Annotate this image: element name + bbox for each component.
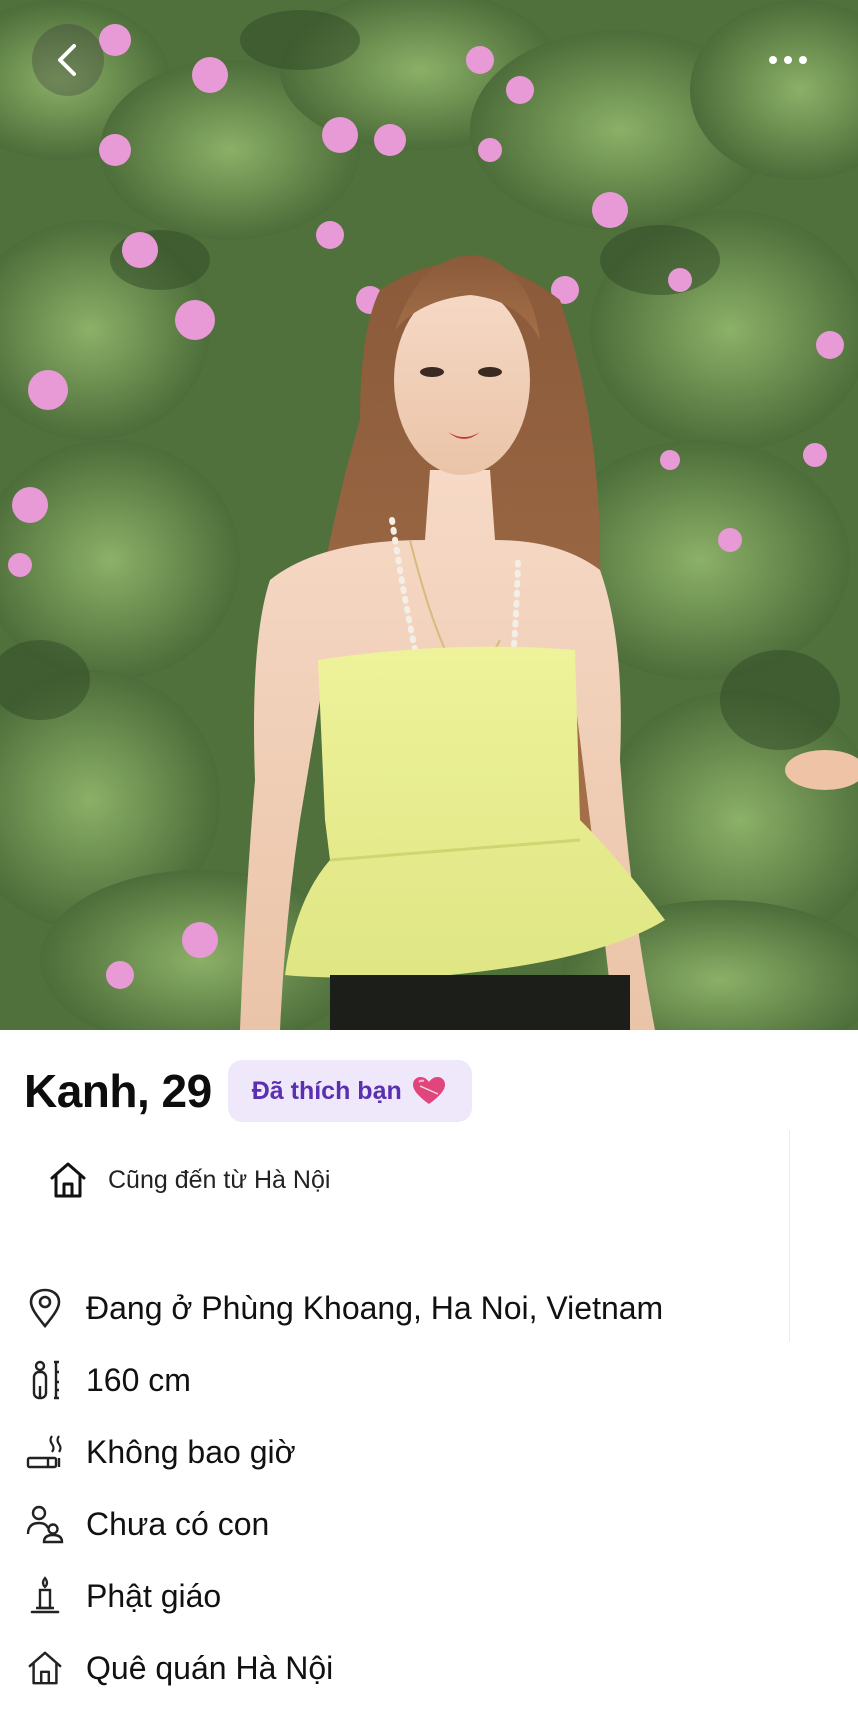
detail-children: Chưa có con bbox=[26, 1504, 269, 1544]
detail-location-text: Đang ở Phùng Khoang, Ha Noi, Vietnam bbox=[86, 1289, 664, 1326]
detail-religion: Phật giáo bbox=[26, 1576, 221, 1616]
detail-location: Đang ở Phùng Khoang, Ha Noi, Vietnam bbox=[26, 1288, 663, 1328]
also-from-row: Cũng đến từ Hà Nội bbox=[48, 1160, 330, 1200]
home-icon bbox=[28, 1651, 62, 1685]
detail-children-text: Chưa có con bbox=[86, 1505, 270, 1542]
detail-religion-text: Phật giáo bbox=[86, 1577, 222, 1614]
profile-photo[interactable] bbox=[0, 0, 858, 1030]
detail-hometown-text: Quê quán Hà Nội bbox=[86, 1649, 334, 1686]
profile-info-panel: Kanh, 29 Đã thích bạn Cũng đến từ Hà Nội… bbox=[0, 1030, 858, 1712]
name-age: Kanh, 29 bbox=[24, 1065, 212, 1117]
liked-you-badge: Đã thích bạn bbox=[227, 1060, 472, 1122]
detail-height: 160 cm bbox=[26, 1360, 191, 1400]
smoking-icon bbox=[26, 1435, 62, 1469]
children-icon bbox=[26, 1505, 64, 1544]
detail-smoking: Không bao giờ bbox=[26, 1432, 296, 1472]
detail-hometown: Quê quán Hà Nội bbox=[26, 1648, 333, 1688]
more-options-button[interactable] bbox=[758, 40, 818, 80]
also-from-text: Cũng đến từ Hà Nội bbox=[108, 1165, 331, 1194]
detail-smoking-text: Không bao giờ bbox=[86, 1433, 296, 1470]
location-pin-icon bbox=[29, 1288, 61, 1328]
detail-height-text: 160 cm bbox=[86, 1361, 191, 1398]
more-dots-icon bbox=[769, 56, 807, 64]
home-icon bbox=[50, 1162, 86, 1198]
religion-candle-icon bbox=[30, 1576, 60, 1614]
height-icon bbox=[32, 1360, 59, 1400]
heart-icon bbox=[412, 1077, 445, 1104]
liked-badge-label: Đã thích bạn bbox=[251, 1076, 402, 1105]
chevron-left-icon bbox=[58, 44, 76, 76]
name-row: Kanh, 29 Đã thích bạn bbox=[24, 1060, 472, 1122]
divider-line bbox=[789, 1130, 790, 1342]
profile-photo-image bbox=[0, 0, 858, 1030]
back-button[interactable] bbox=[32, 24, 104, 96]
